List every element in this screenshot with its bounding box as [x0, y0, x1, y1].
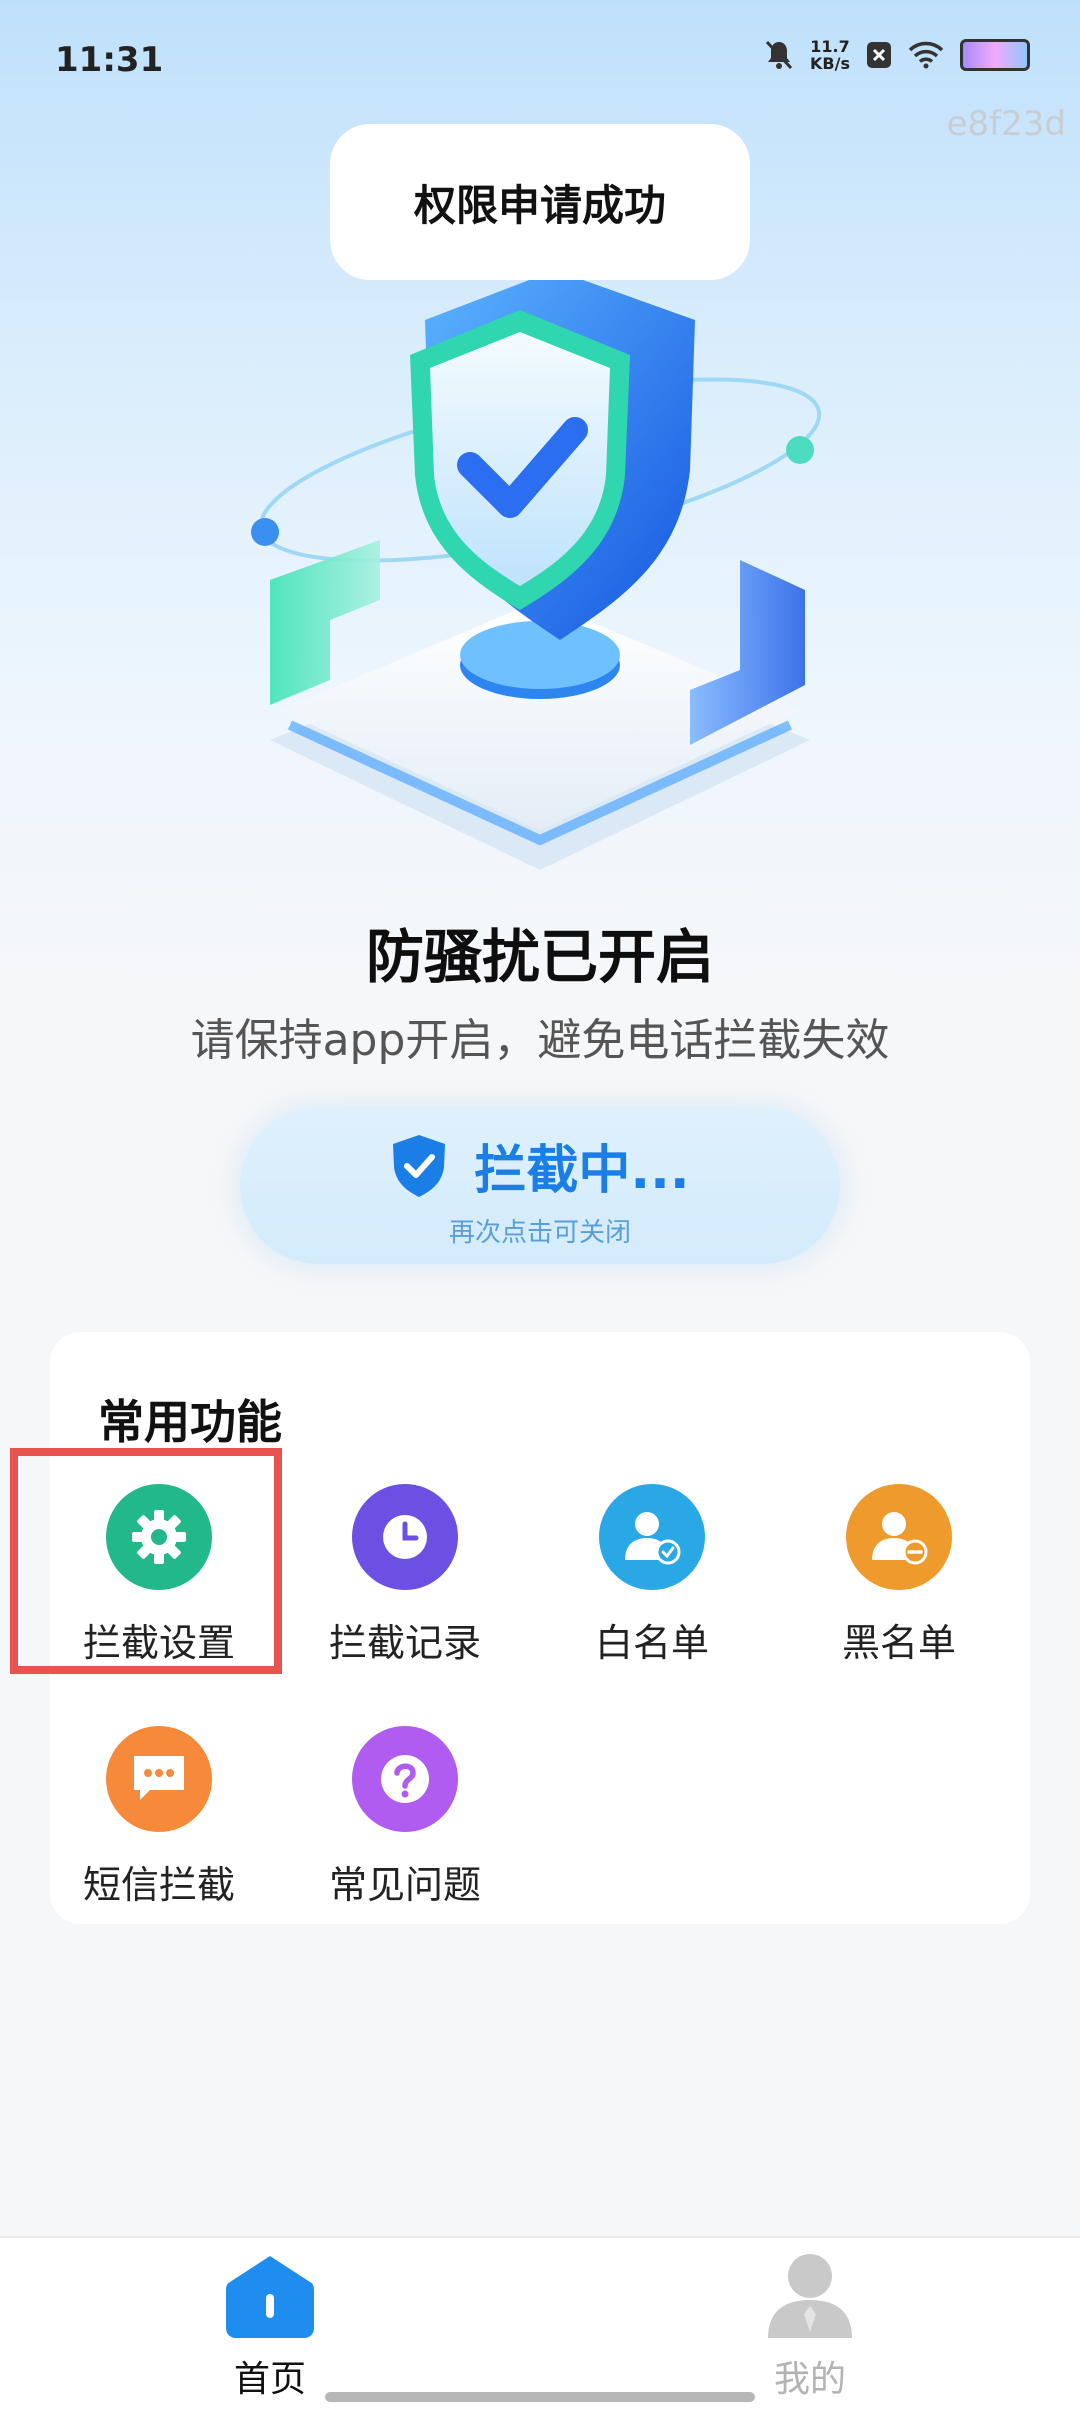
feature-label: 短信拦截: [82, 1863, 235, 1907]
intercept-hint: 再次点击可关闭: [448, 1218, 631, 1248]
intercept-toggle-button[interactable]: 拦截中... 再次点击可关闭: [240, 1108, 840, 1264]
protection-status-title: 防骚扰已开启: [365, 923, 714, 991]
feature-label: 黑名单: [841, 1621, 956, 1665]
net-speed-value: 11.7: [810, 37, 850, 56]
intercept-label: 拦截中...: [474, 1141, 690, 1201]
battery-icon: [960, 39, 1030, 71]
feature-sms-intercept[interactable]: 短信拦截: [49, 1726, 269, 1909]
person-icon: [768, 2254, 852, 2338]
home-indicator: [325, 2392, 755, 2402]
feature-whitelist[interactable]: 白名单: [542, 1484, 762, 1667]
tab-mine[interactable]: 我的: [710, 2252, 910, 2402]
user-check-icon: [599, 1484, 705, 1590]
feature-intercept-records[interactable]: 拦截记录: [295, 1484, 515, 1667]
permission-toast: 权限申请成功: [330, 124, 750, 280]
shield-illustration: [251, 270, 822, 870]
feature-faq[interactable]: 常见问题: [295, 1726, 515, 1909]
status-time: 11:31: [55, 40, 164, 80]
shield-check-icon: [393, 1134, 446, 1197]
wifi-icon: [908, 41, 944, 69]
question-icon: [352, 1726, 458, 1832]
feature-label: 白名单: [594, 1621, 709, 1665]
net-speed: 11.7 KB/s: [810, 38, 850, 72]
bell-muted-icon: [765, 40, 793, 70]
feature-label: 常见问题: [328, 1863, 481, 1907]
intercept-row: 拦截中...: [240, 1128, 840, 1203]
user-minus-icon: [846, 1484, 952, 1590]
tab-home[interactable]: 首页: [170, 2252, 370, 2402]
net-speed-unit: KB/s: [810, 54, 850, 73]
feature-label: 拦截记录: [328, 1621, 481, 1665]
protection-status-subtitle: 请保持app开启，避免电话拦截失效: [190, 1015, 890, 1066]
feature-blacklist[interactable]: 黑名单: [789, 1484, 1009, 1667]
home-icon: [226, 2256, 314, 2338]
sim-off-icon: [867, 42, 891, 68]
message-icon: [106, 1726, 212, 1832]
bottom-tab-bar: 首页 我的: [0, 2236, 1080, 2410]
status-icons: 11.7 KB/s: [764, 38, 1030, 72]
clock-icon: [352, 1484, 458, 1590]
card-title: 常用功能: [98, 1395, 282, 1449]
watermark: e8f23d: [946, 104, 1066, 144]
highlight-box: [10, 1448, 282, 1674]
